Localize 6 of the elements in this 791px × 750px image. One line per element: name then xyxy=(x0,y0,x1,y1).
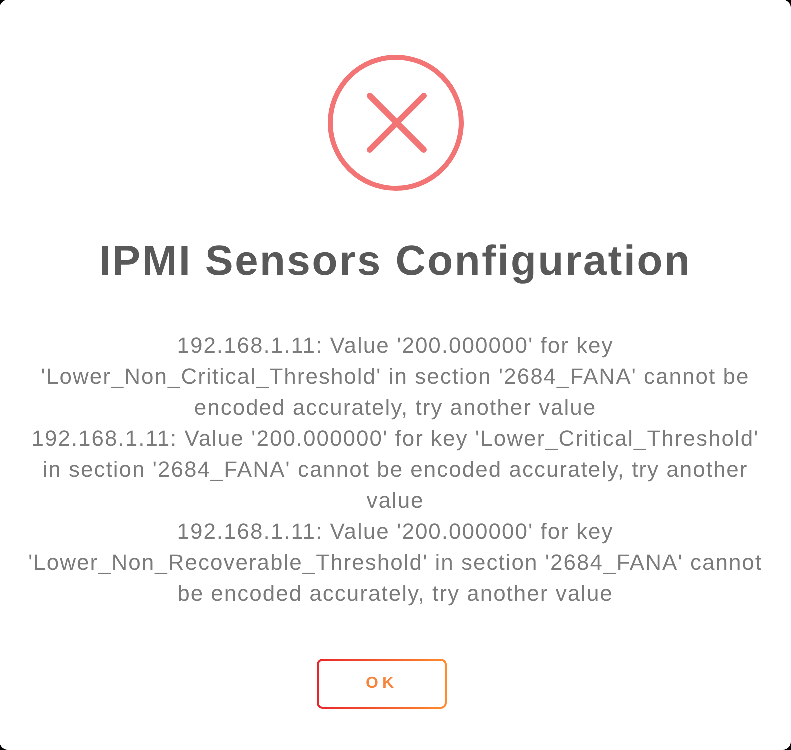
error-message: 192.168.1.11: Value '200.000000' for key 'Lower_Non_Recoverable_Threshold' in section '2684_FANA' cannot be encoded accurately, try another value xyxy=(27,518,764,608)
dialog-title: IPMI Sensors Configuration xyxy=(99,236,692,286)
error-icon xyxy=(328,55,464,191)
ok-button[interactable]: OK xyxy=(317,659,447,709)
error-message: 192.168.1.11: Value '200.000000' for key 'Lower_Critical_Threshold' in section '2684_FANA' cannot be encoded accurately, try another value xyxy=(30,425,760,515)
error-message: 192.168.1.11: Value '200.000000' for key 'Lower_Non_Critical_Threshold' in section '2684_FANA' cannot be encoded accurately, try another value xyxy=(40,332,751,422)
